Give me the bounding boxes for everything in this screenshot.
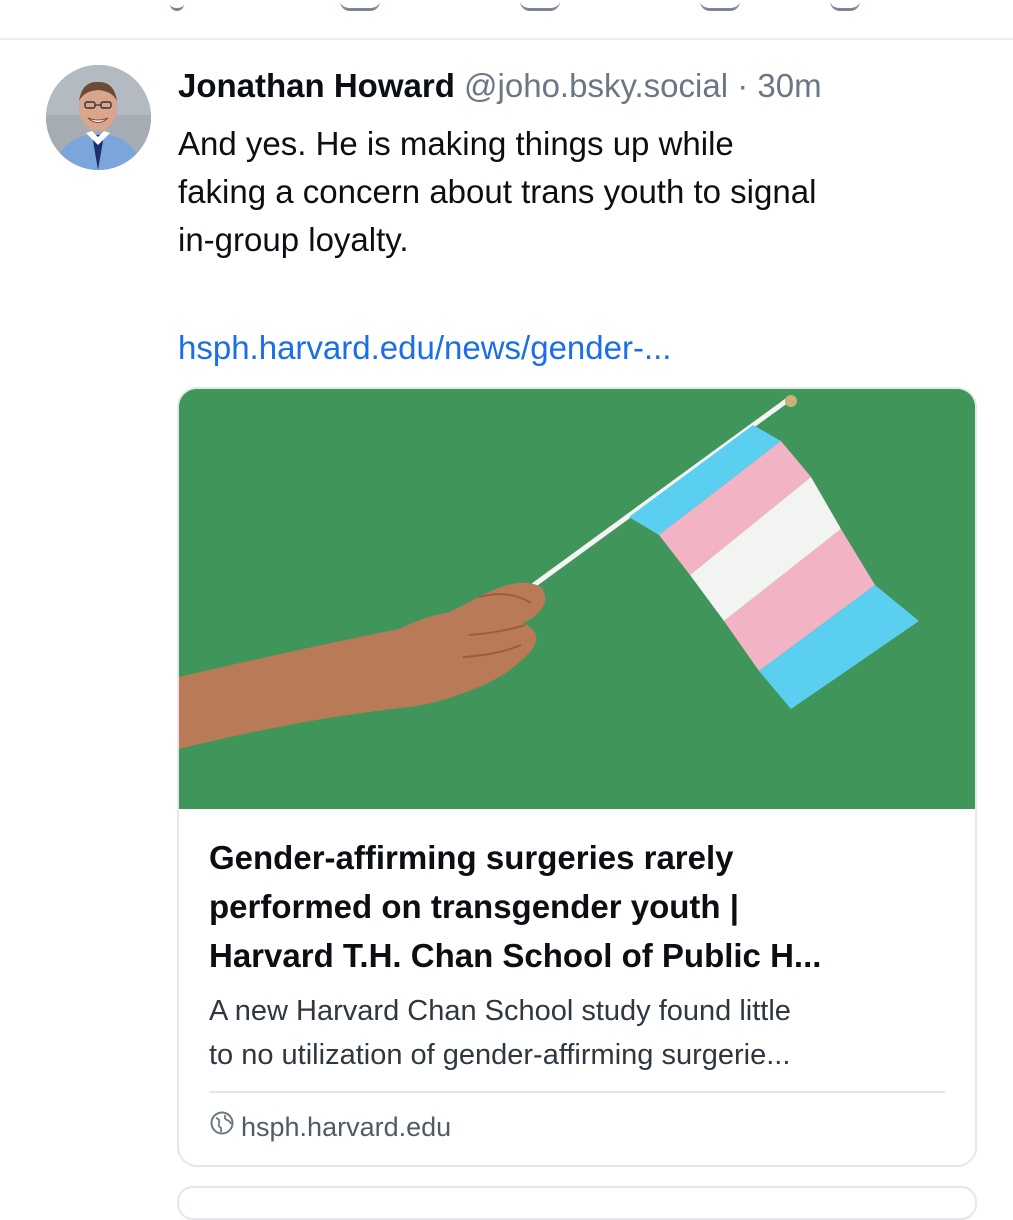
link-card-title-line: Harvard T.H. Chan School of Public H... — [209, 937, 822, 974]
post-text-line: in-group loyalty. — [178, 221, 409, 258]
link-card-title: Gender-affirming surgeries rarely perfor… — [209, 833, 949, 980]
link-card-domain: hsph.harvard.edu — [209, 1109, 451, 1147]
link-card-title-line: Gender-affirming surgeries rarely — [209, 839, 734, 876]
globe-icon — [209, 1109, 235, 1145]
link-card-description: A new Harvard Chan School study found li… — [209, 989, 949, 1077]
avatar[interactable] — [46, 65, 151, 170]
link-card-divider — [209, 1091, 945, 1093]
link-preview-card[interactable]: Gender-affirming surgeries rarely perfor… — [177, 387, 977, 1167]
post-timestamp[interactable]: 30m — [757, 67, 821, 104]
more-icon[interactable] — [700, 0, 740, 11]
link-card-description-line: A new Harvard Chan School study found li… — [209, 995, 791, 1027]
repost-icon[interactable] — [340, 0, 380, 11]
link-card-body: Gender-affirming surgeries rarely perfor… — [179, 809, 975, 1165]
author-handle[interactable]: @joho.bsky.social — [464, 67, 728, 104]
author-name[interactable]: Jonathan Howard — [178, 67, 455, 104]
divider — [0, 38, 1013, 40]
post-header: Jonathan Howard @joho.bsky.social · 30m — [178, 64, 822, 108]
post-text-line: faking a concern about trans youth to si… — [178, 173, 817, 210]
link-card-domain-text: hsph.harvard.edu — [241, 1112, 452, 1142]
reply-icon[interactable] — [170, 0, 184, 11]
link-card-description-line: to no utilization of gender-affirming su… — [209, 1039, 791, 1071]
header-separator: · — [737, 67, 749, 104]
like-icon[interactable] — [520, 0, 560, 11]
post-text-line: And yes. He is making things up while — [178, 125, 734, 162]
post-link[interactable]: hsph.harvard.edu/news/gender-... — [178, 324, 671, 372]
next-post-card[interactable] — [177, 1186, 977, 1220]
menu-icon[interactable] — [830, 0, 860, 11]
post-text: And yes. He is making things up while fa… — [178, 120, 978, 264]
link-card-image — [179, 389, 975, 809]
previous-post-action-bar — [0, 0, 1013, 40]
link-card-title-line: performed on transgender youth | — [209, 888, 739, 925]
